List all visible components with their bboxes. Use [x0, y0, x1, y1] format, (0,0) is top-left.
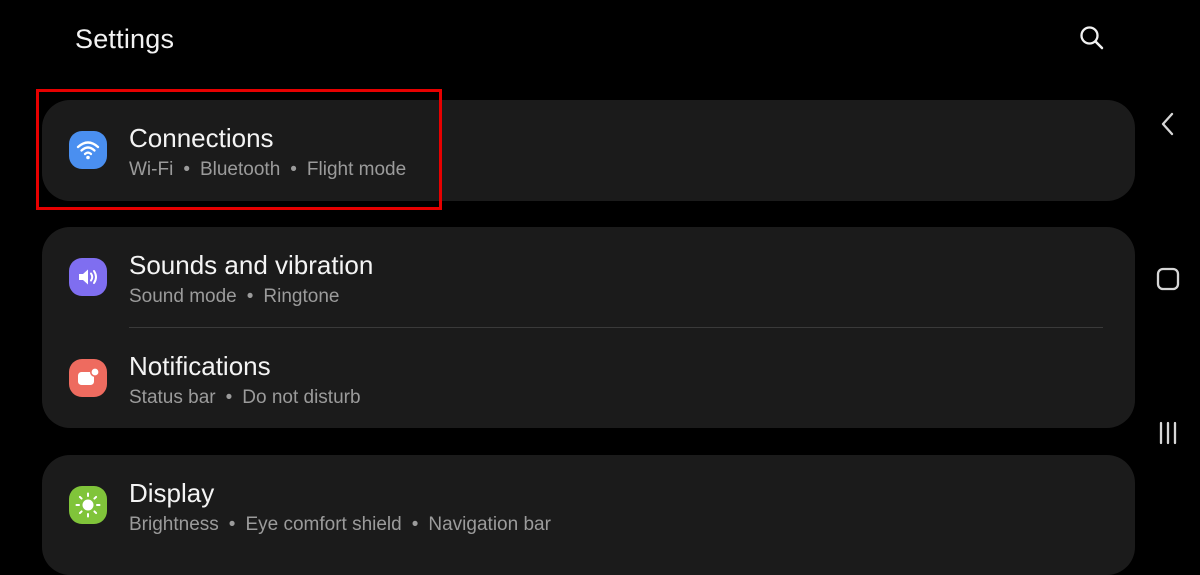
settings-item-notifications[interactable]: Notifications Status bar • Do not disturb	[42, 328, 1135, 428]
page-title: Settings	[75, 24, 175, 54]
separator-dot: •	[183, 159, 190, 180]
nav-back-button[interactable]	[1148, 104, 1188, 144]
subtitle-part: Bluetooth	[199, 159, 281, 180]
settings-item-title: Connections	[129, 123, 274, 153]
search-button[interactable]	[1074, 20, 1110, 56]
subtitle-part: Sound mode	[129, 286, 237, 307]
settings-item-subtitle: Status bar • Do not disturb	[129, 386, 361, 410]
separator-dot: •	[246, 286, 254, 307]
subtitle-part: Eye comfort shield	[245, 514, 402, 535]
settings-item-subtitle: Sound mode • Ringtone	[129, 285, 339, 309]
settings-item-subtitle: Brightness • Eye comfort shield • Navigation…	[129, 513, 551, 537]
notification-icon	[69, 359, 107, 397]
subtitle-part: Brightness	[129, 514, 219, 535]
settings-card-sounds-notifications: Sounds and vibration Sound mode • Ringtone…	[42, 227, 1135, 428]
subtitle-part: Status bar	[129, 387, 216, 408]
settings-item-title: Notifications	[129, 351, 271, 381]
subtitle-part: Navigation bar	[428, 514, 551, 535]
settings-item-subtitle: Wi-Fi • Bluetooth • Flight mode	[129, 158, 406, 182]
settings-item-sounds-and-vibration[interactable]: Sounds and vibration Sound mode • Ringtone	[42, 227, 1135, 327]
settings-item-connections[interactable]: Connections Wi-Fi • Bluetooth • Flight mode	[42, 100, 1135, 200]
home-square-icon	[1156, 267, 1180, 291]
subtitle-part: Do not disturb	[242, 387, 361, 408]
separator-dot: •	[411, 514, 419, 535]
settings-item-display[interactable]: Display Brightness • Eye comfort shield • Na…	[42, 455, 1135, 555]
speaker-icon	[69, 258, 107, 296]
separator-dot: •	[290, 159, 297, 180]
settings-item-title: Sounds and vibration	[129, 250, 374, 280]
wifi-icon	[69, 131, 107, 169]
search-icon	[1080, 26, 1104, 50]
settings-item-title: Display	[129, 478, 215, 508]
back-chevron-icon	[1161, 112, 1174, 136]
subtitle-part: Wi-Fi	[129, 159, 174, 180]
settings-card-display: Display Brightness • Eye comfort shield • Na…	[42, 455, 1135, 575]
separator-dot: •	[225, 387, 233, 408]
subtitle-part: Flight mode	[306, 159, 407, 180]
recents-lines-icon	[1159, 421, 1177, 445]
subtitle-part: Ringtone	[263, 286, 340, 307]
sun-icon	[69, 486, 107, 524]
settings-card-connections: Connections Wi-Fi • Bluetooth • Flight mode	[42, 100, 1135, 201]
nav-home-button[interactable]	[1148, 259, 1188, 299]
separator-dot: •	[228, 514, 236, 535]
nav-recents-button[interactable]	[1148, 413, 1188, 453]
